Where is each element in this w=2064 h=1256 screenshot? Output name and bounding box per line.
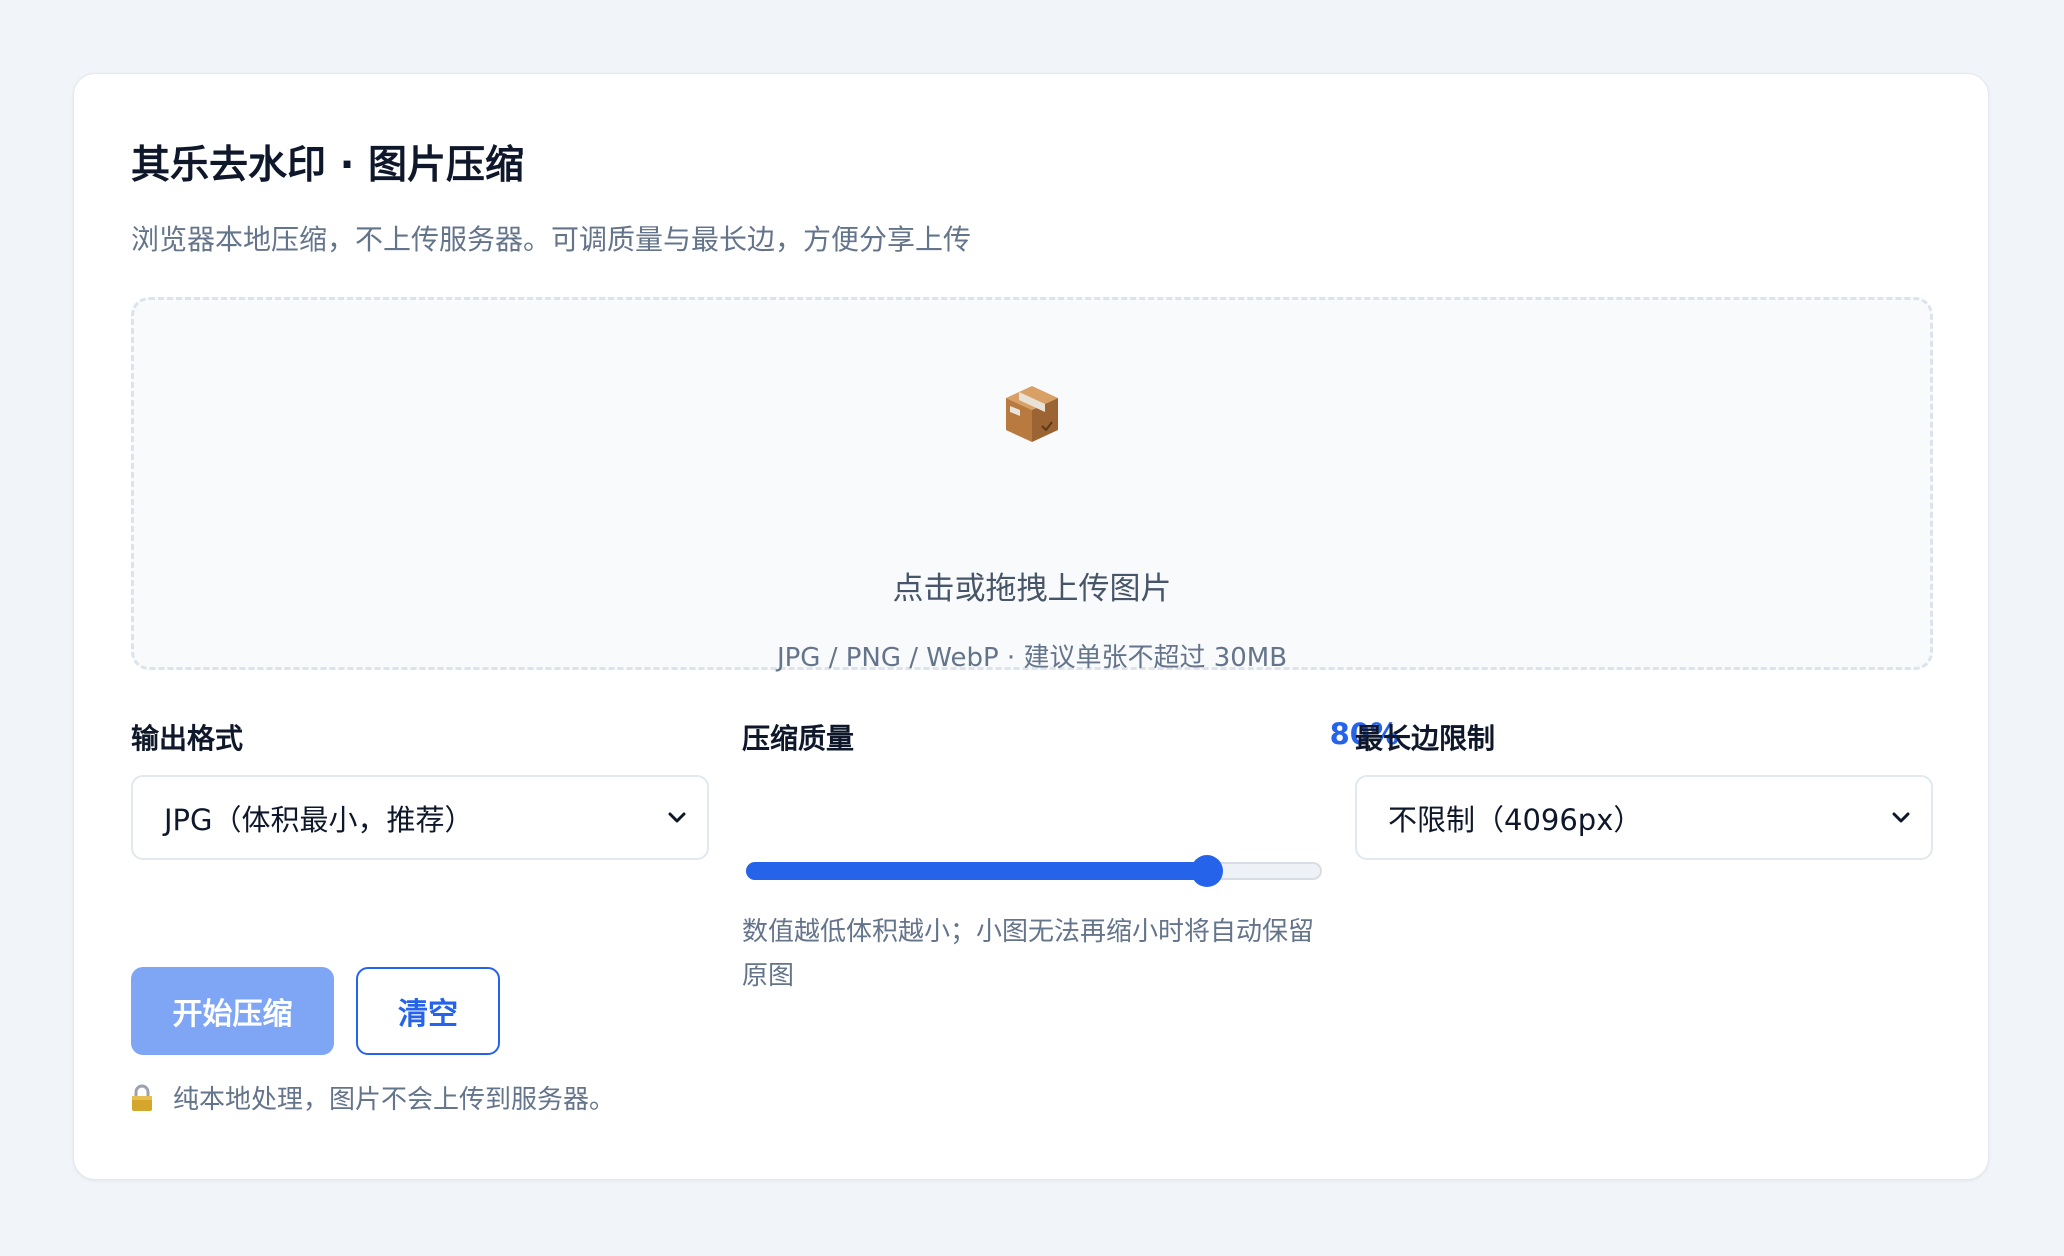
quality-label: 压缩质量 <box>742 722 855 755</box>
chevron-down-icon <box>1892 812 1910 823</box>
quality-slider[interactable] <box>746 850 1322 894</box>
max-edge-label: 最长边限制 <box>1355 722 1496 755</box>
upload-dropzone[interactable]: 点击或拖拽上传图片 JPG / PNG / WebP · 建议单张不超过 30M… <box>131 297 1933 673</box>
quality-hint: 数值越低体积越小；小图无法再缩小时将自动保留原图 <box>742 917 1315 991</box>
max-edge-select[interactable]: 不限制（4096px） <box>1355 775 1933 860</box>
format-select[interactable]: JPG（体积最小，推荐） <box>131 775 709 860</box>
package-icon <box>1006 386 1058 442</box>
page-title: 其乐去水印 · 图片压缩 <box>131 143 524 188</box>
format-select-value: JPG（体积最小，推荐） <box>164 803 474 837</box>
format-label: 输出格式 <box>131 722 244 755</box>
max-edge-select-value: 不限制（4096px） <box>1388 803 1643 837</box>
page-subtitle: 浏览器本地压缩，不上传服务器。可调质量与最长边，方便分享上传 <box>131 223 972 256</box>
dropzone-text: 点击或拖拽上传图片 <box>892 571 1172 607</box>
compress-card: 其乐去水印 · 图片压缩 浏览器本地压缩，不上传服务器。可调质量与最长边，方便分… <box>73 73 1989 1180</box>
lock-icon <box>132 1084 152 1111</box>
privacy-note-text: 纯本地处理，图片不会上传到服务器。 <box>173 1085 616 1115</box>
start-compress-button[interactable]: 开始压缩 <box>131 967 334 1055</box>
chevron-down-icon <box>668 812 686 823</box>
dropzone-hint: JPG / PNG / WebP · 建议单张不超过 30MB <box>776 643 1288 673</box>
clear-button[interactable]: 清空 <box>356 967 500 1055</box>
privacy-note: 纯本地处理，图片不会上传到服务器。 <box>131 1079 615 1116</box>
slider-thumb[interactable] <box>1191 855 1223 887</box>
slider-fill <box>746 862 1207 880</box>
